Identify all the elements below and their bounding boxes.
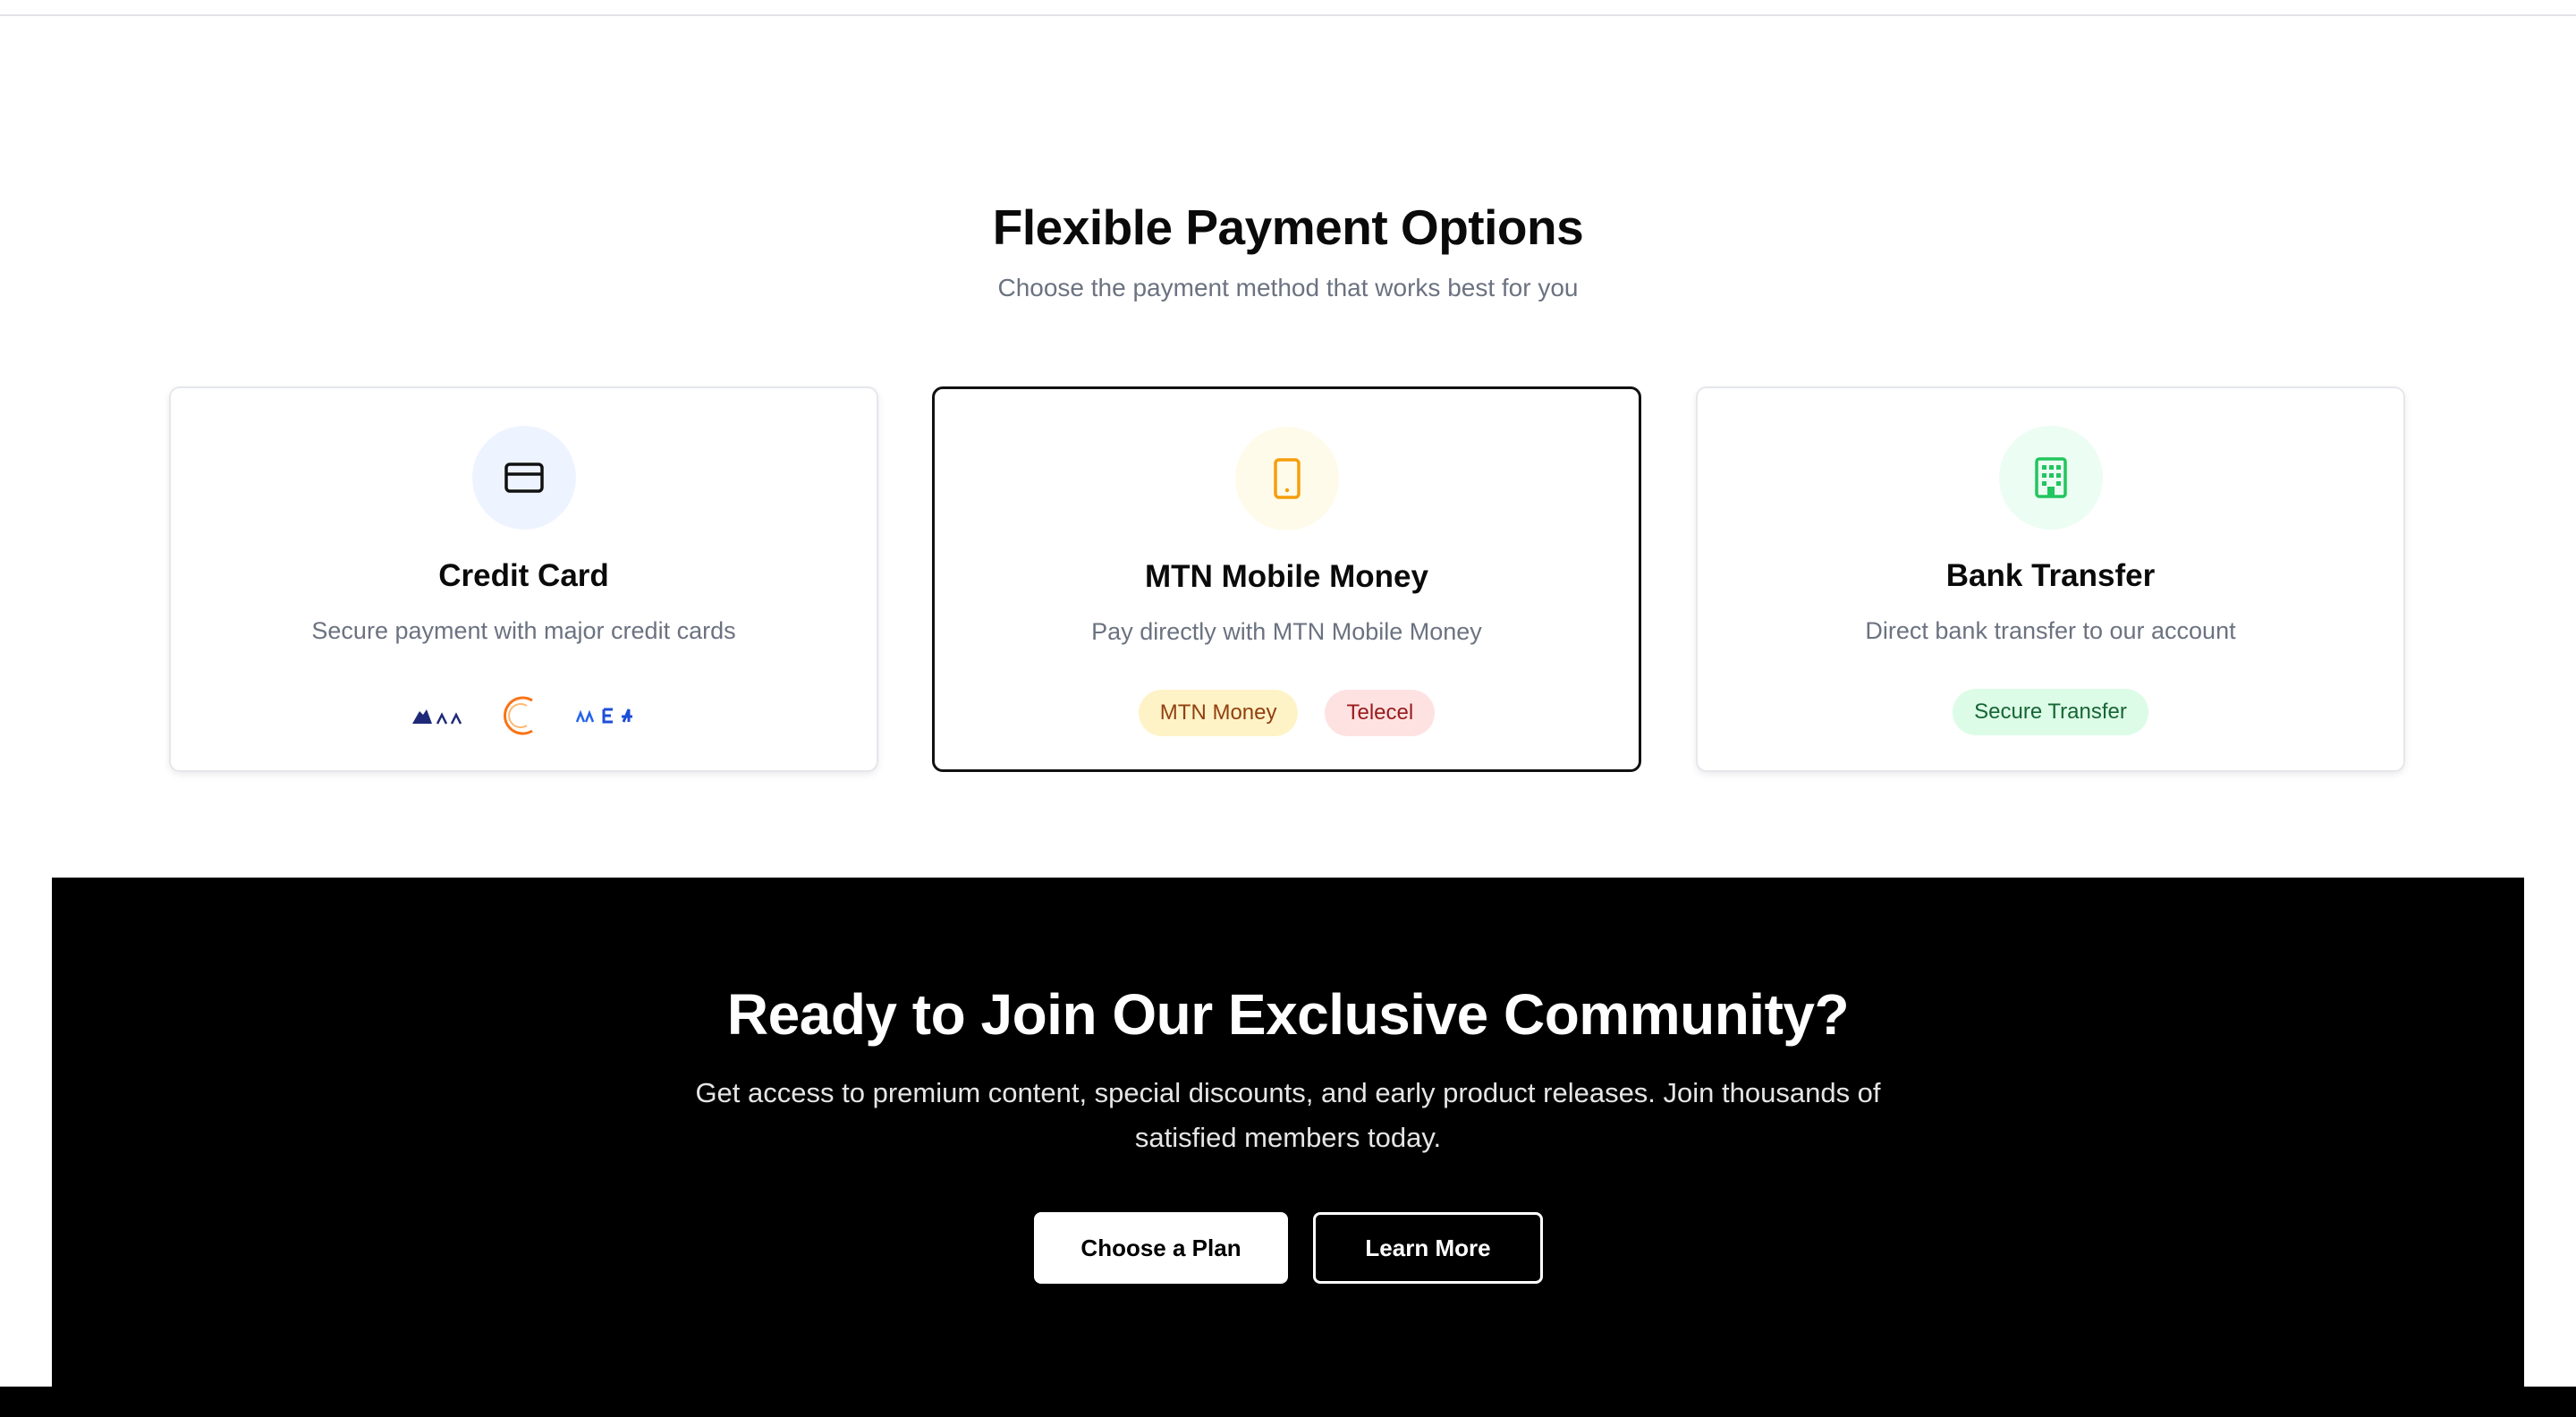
badge-group: MTN Money Telecel	[935, 690, 1639, 736]
badge-mtn-money: MTN Money	[1138, 690, 1299, 736]
cta-text: Get access to premium content, special d…	[695, 1077, 1881, 1153]
choose-plan-button[interactable]: Choose a Plan	[1034, 1212, 1288, 1284]
card-description: Secure payment with major credit cards	[311, 617, 736, 644]
card-description: Pay directly with MTN Mobile Money	[1091, 618, 1482, 645]
card-title: MTN Mobile Money	[1145, 559, 1428, 594]
card-logos	[171, 689, 877, 742]
cta-title: Ready to Join Our Exclusive Community?	[726, 982, 1850, 1047]
credit-card-icon	[471, 426, 576, 530]
payment-card-bank-transfer[interactable]: Bank Transfer Direct bank transfer to ou…	[1696, 386, 2405, 772]
card-network-logo	[575, 708, 632, 724]
section-subtitle: Choose the payment method that works bes…	[997, 274, 1579, 301]
community-cta-section: Ready to Join Our Exclusive Community? G…	[52, 878, 2524, 1417]
badge-secure-transfer: Secure Transfer	[1953, 689, 2148, 735]
smartphone-icon	[1234, 427, 1339, 530]
footer-edge	[0, 1387, 2576, 1417]
payment-card-mtn-mobile-money[interactable]: MTN Mobile Money Pay directly with MTN M…	[932, 386, 1641, 772]
section-title: Flexible Payment Options	[992, 199, 1584, 255]
badge-group: Secure Transfer	[1698, 689, 2403, 735]
card-title: Credit Card	[438, 558, 609, 593]
badge-telecel: Telecel	[1325, 690, 1436, 736]
card-title: Bank Transfer	[1945, 558, 2156, 593]
building-icon	[1998, 426, 2103, 530]
payment-card-credit-card[interactable]: Credit Card Secure payment with major cr…	[169, 386, 878, 772]
card-network-logo	[411, 709, 462, 725]
card-network-logo	[503, 696, 533, 735]
payment-options-section: Flexible Payment Options Choose the paym…	[0, 0, 2576, 878]
learn-more-button[interactable]: Learn More	[1313, 1212, 1543, 1284]
card-description: Direct bank transfer to our account	[1865, 617, 2236, 644]
